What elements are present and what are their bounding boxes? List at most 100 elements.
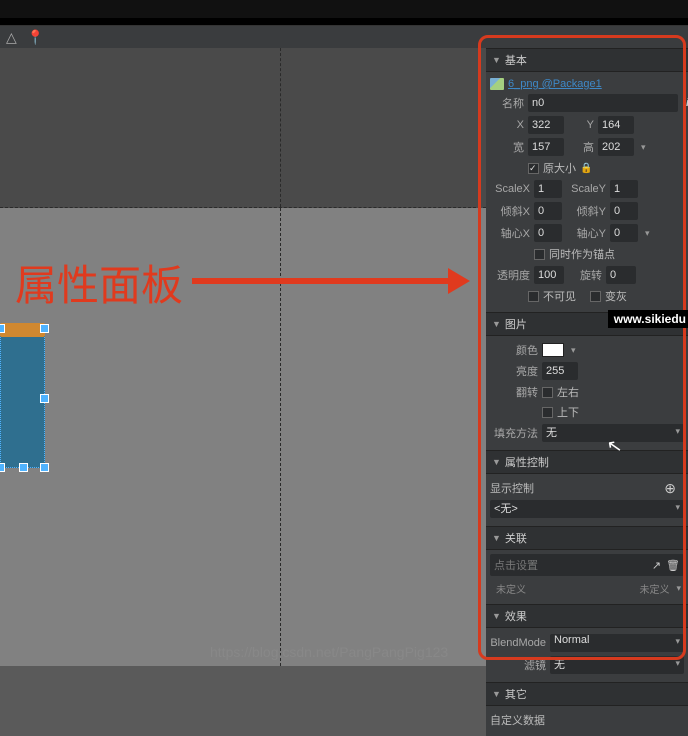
gray-checkbox[interactable] [590,291,601,302]
chevron-down-icon: ▼ [492,457,501,467]
label: 未定义 [639,581,669,596]
main-area: ▼ 基本 6_png @Package1 名称 i X Y 宽 高 [0,48,688,666]
label: 自定义数据 [490,712,545,728]
section-propctrl: 显示控制 ⊕ <无> [486,474,688,526]
resize-handle[interactable] [41,395,48,402]
section-other-header[interactable]: ▼ 其它 [486,682,688,706]
cursor-icon: ↖ [605,435,624,458]
chevron-down-icon[interactable]: ▾ [642,228,653,239]
orig-size-checkbox[interactable] [528,163,539,174]
label: 不可见 [543,288,576,304]
filter-select[interactable]: 无 [550,656,684,674]
x-input[interactable] [528,116,564,134]
label: 亮度 [490,363,538,379]
relation-target[interactable]: 点击设置 ↗ 🗑 [490,554,684,576]
label: 左右 [557,384,579,400]
alpha-input[interactable] [534,266,564,284]
asset-link[interactable]: 6_png @Package1 [508,78,602,90]
label: ScaleY [566,183,606,195]
label: Y [568,119,594,131]
triangle-icon[interactable]: △ [6,29,17,46]
resize-handle[interactable] [41,464,48,471]
label: 旋转 [568,267,602,283]
section-title: 基本 [505,52,527,68]
label: 名称 [490,95,524,111]
resize-handle[interactable] [41,325,48,332]
pin-icon[interactable]: 📍 [27,29,44,46]
canvas-top [0,48,486,208]
chevron-down-icon[interactable]: ▾ [638,142,649,153]
name-input[interactable] [528,94,678,112]
label: 透明度 [490,267,530,283]
label: 翻转 [490,384,538,400]
canvas[interactable] [0,48,486,666]
section-title: 其它 [505,686,527,702]
lock-icon[interactable]: 🔒 [580,163,592,174]
pivoty-input[interactable] [610,224,638,242]
section-other: 自定义数据 [486,706,688,736]
brightness-input[interactable] [542,362,578,380]
skewy-input[interactable] [610,202,638,220]
label: 上下 [557,404,579,420]
section-propctrl-header[interactable]: ▼ 属性控制 [486,450,688,474]
label: 同时作为锚点 [549,246,615,262]
color-swatch[interactable] [542,343,564,357]
source-watermark: https://blog.csdn.net/PangPangPig123 [210,644,448,660]
chevron-down-icon: ▼ [492,689,501,699]
label: 轴心X [490,225,530,241]
resize-handle[interactable] [20,464,27,471]
info-icon[interactable]: i [682,97,688,109]
section-relation-header[interactable]: ▼ 关联 [486,526,688,550]
properties-panel: ▼ 基本 6_png @Package1 名称 i X Y 宽 高 [486,48,688,666]
label: 高 [568,139,594,155]
resize-handle[interactable] [0,325,4,332]
relation-placeholder: 点击设置 [494,557,538,573]
site-watermark: www.sikiedu [608,310,688,328]
annotation-arrow [192,278,450,284]
section-image: 颜色 ▾ 亮度 翻转 左右 上下 填充方法 无 [486,336,688,450]
display-ctrl-select[interactable]: <无> [490,500,684,518]
label: 未定义 [496,581,526,596]
label: 变灰 [605,288,627,304]
width-input[interactable] [528,138,564,156]
skewx-input[interactable] [534,202,562,220]
flip-h-checkbox[interactable] [542,387,553,398]
y-input[interactable] [598,116,634,134]
trash-icon[interactable]: 🗑 [666,559,680,572]
label: 倾斜Y [566,203,606,219]
image-asset-icon [490,78,504,90]
title-bar [0,0,688,18]
rotate-input[interactable] [606,266,636,284]
label: BlendMode [490,637,546,649]
height-input[interactable] [598,138,634,156]
section-basic-header[interactable]: ▼ 基本 [486,48,688,72]
chevron-down-icon[interactable]: ▾ [673,583,684,594]
section-relation: 点击设置 ↗ 🗑 未定义 未定义 ▾ [486,550,688,604]
chevron-down-icon: ▼ [492,55,501,65]
plus-icon[interactable]: ⊕ [664,480,676,497]
blendmode-select[interactable]: Normal [550,634,684,652]
label: 原大小 [543,160,576,176]
label: 轴心Y [566,225,606,241]
chevron-down-icon: ▼ [492,611,501,621]
section-effect-header[interactable]: ▼ 效果 [486,604,688,628]
scaley-input[interactable] [610,180,638,198]
flip-v-checkbox[interactable] [542,407,553,418]
annotation-label: 属性面板 [15,252,183,313]
resize-handle[interactable] [0,464,4,471]
invisible-checkbox[interactable] [528,291,539,302]
selected-object[interactable] [0,328,45,468]
chevron-down-icon: ▼ [492,533,501,543]
section-effect: BlendMode Normal 滤镜 无 [486,628,688,682]
label: 填充方法 [490,425,538,441]
section-title: 图片 [505,316,527,332]
label: 滤镜 [490,657,546,673]
chevron-down-icon[interactable]: ▾ [568,345,579,356]
open-icon[interactable]: ↗ [652,559,661,572]
section-title: 关联 [505,530,527,546]
scalex-input[interactable] [534,180,562,198]
pivotx-input[interactable] [534,224,562,242]
section-title: 属性控制 [505,454,549,470]
label: 显示控制 [490,480,534,496]
anchor-checkbox[interactable] [534,249,545,260]
